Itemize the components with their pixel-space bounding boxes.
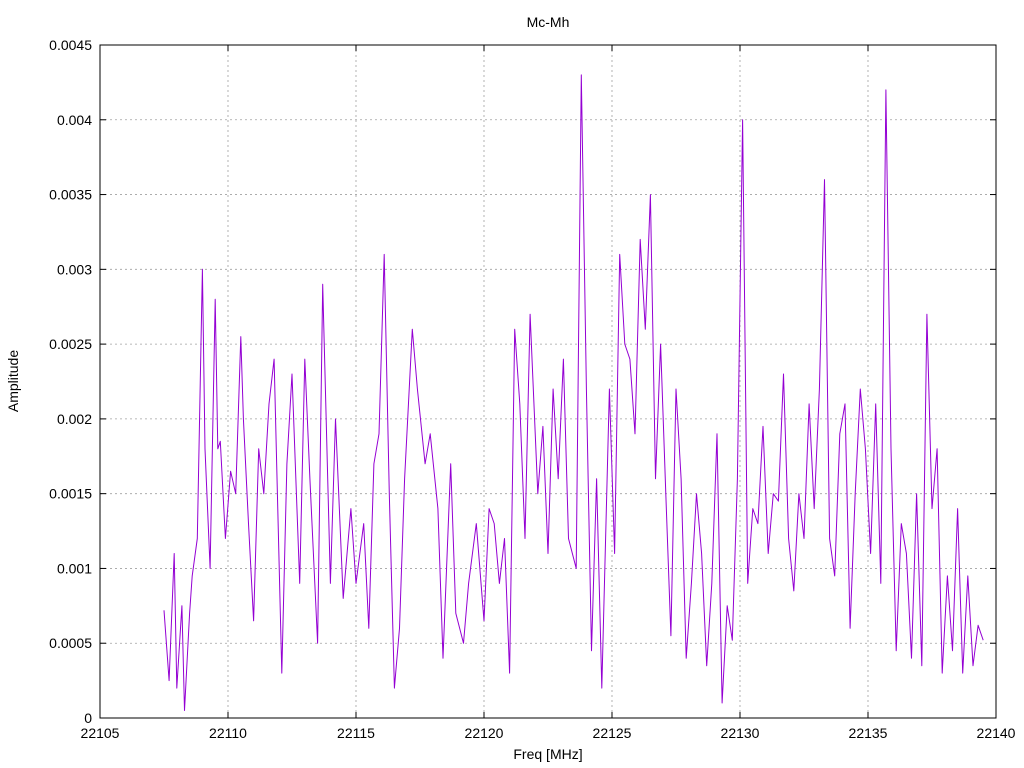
x-tick-label: 22130 — [721, 725, 760, 741]
y-tick-label: 0.003 — [57, 261, 92, 277]
y-tick-labels: 0 0.0005 0.001 0.0015 0.002 0.0025 0.003 0.0035… — [49, 37, 92, 726]
series-line — [163, 74, 984, 711]
x-tick-label: 22135 — [849, 725, 888, 741]
y-tick-label: 0.004 — [57, 112, 92, 128]
x-axis-label: Freq [MHz] — [513, 746, 582, 762]
x-tick-label: 22125 — [593, 725, 632, 741]
tick-layer — [99, 44, 997, 719]
x-tick-label: 22110 — [209, 725, 247, 741]
chart-container: 22105 22110 22115 22120 22125 22130 22135 22140… — [0, 0, 1024, 768]
chart-title: Mc-Mh — [527, 14, 570, 30]
y-tick-label: 0.0015 — [49, 486, 92, 502]
y-tick-label: 0.0025 — [49, 336, 92, 352]
y-axis-label: Amplitude — [5, 350, 21, 412]
x-tick-label: 22105 — [81, 725, 120, 741]
x-tick-label: 22115 — [337, 725, 375, 741]
y-tick-label: 0 — [84, 710, 92, 726]
line-chart: 22105 22110 22115 22120 22125 22130 22135 22140… — [5, 14, 1016, 762]
y-tick-label: 0.0045 — [49, 37, 92, 53]
series-layer — [163, 74, 984, 711]
x-tick-label: 22120 — [465, 725, 504, 741]
y-tick-label: 0.002 — [57, 411, 92, 427]
y-tick-label: 0.0035 — [49, 187, 92, 203]
y-tick-label: 0.0005 — [49, 635, 92, 651]
x-tick-labels: 22105 22110 22115 22120 22125 22130 22135 22140 — [81, 725, 1016, 741]
plot-frame — [99, 44, 997, 719]
y-tick-label: 0.001 — [57, 560, 92, 576]
x-tick-label: 22140 — [977, 725, 1016, 741]
grid-layer — [100, 45, 996, 718]
